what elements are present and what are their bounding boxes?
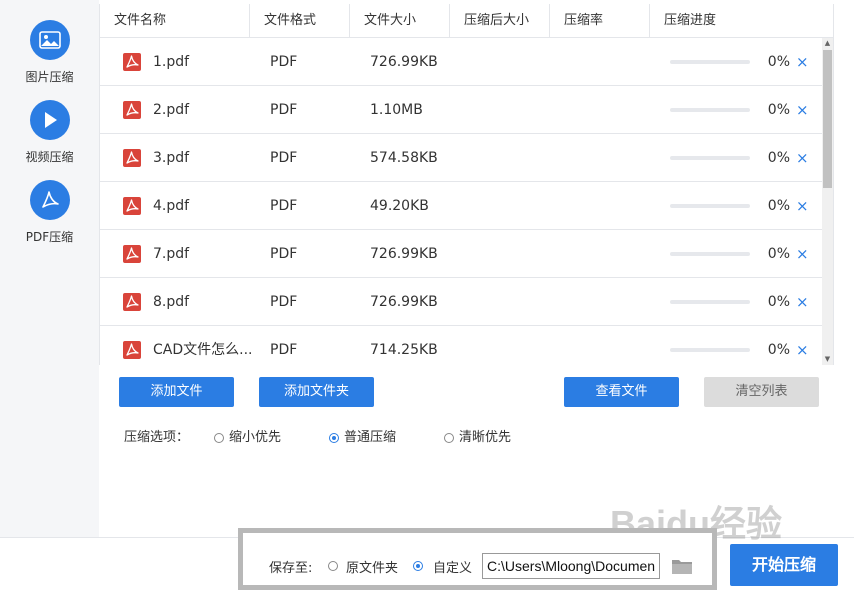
nav-label: 视频压缩 xyxy=(25,150,74,164)
start-compress-button[interactable]: 开始压缩 xyxy=(730,544,838,586)
file-format: PDF xyxy=(270,198,298,214)
add-folder-button[interactable]: 添加文件夹 xyxy=(259,377,374,407)
file-table: 文件名称 文件格式 文件大小 压缩后大小 压缩率 压缩进度 1.pdf PDF 72… xyxy=(99,4,834,365)
pdf-acrobat-icon xyxy=(29,180,70,220)
progress-bar xyxy=(670,108,750,112)
file-size: 726.99KB xyxy=(370,294,438,310)
file-format: PDF xyxy=(270,54,298,70)
scroll-up-icon[interactable]: ▲ xyxy=(822,38,833,49)
column-header: 文件格式 xyxy=(250,4,350,37)
column-header: 压缩率 xyxy=(550,4,650,37)
progress-percent: 0% xyxy=(767,294,790,310)
image-icon xyxy=(29,20,70,60)
radio-original-folder[interactable] xyxy=(328,561,338,571)
scroll-thumb[interactable] xyxy=(823,50,832,188)
compression-options-title: 压缩选项： xyxy=(124,430,190,445)
pdf-file-icon xyxy=(123,245,141,263)
file-format: PDF xyxy=(270,342,298,358)
table-header: 文件名称 文件格式 文件大小 压缩后大小 压缩率 压缩进度 xyxy=(100,4,833,38)
table-row[interactable]: 7.pdf PDF 726.99KB 0% × xyxy=(100,230,822,278)
view-files-button[interactable]: 查看文件 xyxy=(564,377,679,407)
file-name: 2.pdf xyxy=(153,102,190,118)
nav-label: 图片压缩 xyxy=(25,70,74,84)
save-location-panel: 保存至: 原文件夹 自定义 xyxy=(238,528,717,590)
folder-icon[interactable] xyxy=(671,557,693,575)
save-label: 保存至: xyxy=(269,561,313,576)
radio-custom-folder[interactable] xyxy=(413,561,423,571)
table-row[interactable]: 2.pdf PDF 1.10MB 0% × xyxy=(100,86,822,134)
option-label[interactable]: 缩小优先 xyxy=(229,428,281,448)
nav-item-image-compress[interactable]: 图片压缩 xyxy=(0,20,99,85)
file-size: 726.99KB xyxy=(370,246,438,262)
table-row[interactable]: 1.pdf PDF 726.99KB 0% × xyxy=(100,38,822,86)
remove-icon[interactable]: × xyxy=(796,182,809,230)
file-name: 8.pdf xyxy=(153,294,190,310)
play-icon xyxy=(29,100,70,140)
remove-icon[interactable]: × xyxy=(796,278,809,326)
progress-bar xyxy=(670,156,750,160)
pdf-file-icon xyxy=(123,197,141,215)
table-row[interactable]: 3.pdf PDF 574.58KB 0% × xyxy=(100,134,822,182)
file-name: 1.pdf xyxy=(153,54,190,70)
remove-icon[interactable]: × xyxy=(796,326,809,365)
column-header: 压缩后大小 xyxy=(450,4,550,37)
file-size: 574.58KB xyxy=(370,150,438,166)
save-path-input[interactable] xyxy=(482,553,660,579)
nav-label: PDF压缩 xyxy=(25,230,74,244)
progress-percent: 0% xyxy=(767,150,790,166)
remove-icon[interactable]: × xyxy=(796,134,809,182)
remove-icon[interactable]: × xyxy=(796,38,809,86)
option-label[interactable]: 清晰优先 xyxy=(459,428,511,448)
remove-icon[interactable]: × xyxy=(796,230,809,278)
progress-percent: 0% xyxy=(767,102,790,118)
file-size: 714.25KB xyxy=(370,342,438,358)
option-label[interactable]: 普通压缩 xyxy=(344,428,396,448)
scroll-down-icon[interactable]: ▼ xyxy=(822,354,833,365)
progress-percent: 0% xyxy=(767,54,790,70)
pdf-file-icon xyxy=(123,293,141,311)
pdf-file-icon xyxy=(123,101,141,119)
radio-clarity-first[interactable] xyxy=(444,433,454,443)
progress-bar xyxy=(670,204,750,208)
pdf-file-icon xyxy=(123,341,141,359)
radio-normal-compress[interactable] xyxy=(329,433,339,443)
add-file-button[interactable]: 添加文件 xyxy=(119,377,234,407)
progress-percent: 0% xyxy=(767,198,790,214)
file-format: PDF xyxy=(270,294,298,310)
save-option-label[interactable]: 原文件夹 xyxy=(346,557,398,576)
column-header: 文件大小 xyxy=(350,4,450,37)
progress-bar xyxy=(670,300,750,304)
table-row[interactable]: 8.pdf PDF 726.99KB 0% × xyxy=(100,278,822,326)
progress-percent: 0% xyxy=(767,246,790,262)
radio-shrink-first[interactable] xyxy=(214,433,224,443)
file-size: 1.10MB xyxy=(370,102,423,118)
sidebar-nav: 图片压缩 视频压缩 PDF压缩 xyxy=(0,0,99,537)
pdf-file-icon xyxy=(123,53,141,71)
pdf-file-icon xyxy=(123,149,141,167)
file-name: CAD文件怎么... xyxy=(153,342,253,358)
nav-item-pdf-compress[interactable]: PDF压缩 xyxy=(0,180,99,245)
file-format: PDF xyxy=(270,150,298,166)
table-body: 1.pdf PDF 726.99KB 0% × 2.pdf PDF 1.10MB 0% × 3.pd… xyxy=(100,38,822,365)
progress-bar xyxy=(670,348,750,352)
progress-percent: 0% xyxy=(767,342,790,358)
file-name: 7.pdf xyxy=(153,246,190,262)
progress-bar xyxy=(670,60,750,64)
file-name: 4.pdf xyxy=(153,198,190,214)
vertical-scrollbar[interactable]: ▲ ▼ xyxy=(822,38,833,365)
file-size: 49.20KB xyxy=(370,198,429,214)
file-name: 3.pdf xyxy=(153,150,190,166)
save-option-label[interactable]: 自定义 xyxy=(433,557,472,576)
file-format: PDF xyxy=(270,102,298,118)
column-header: 文件名称 xyxy=(100,4,250,37)
remove-icon[interactable]: × xyxy=(796,86,809,134)
table-row[interactable]: 4.pdf PDF 49.20KB 0% × xyxy=(100,182,822,230)
table-row[interactable]: CAD文件怎么... PDF 714.25KB 0% × xyxy=(100,326,822,365)
file-size: 726.99KB xyxy=(370,54,438,70)
clear-list-button[interactable]: 清空列表 xyxy=(704,377,819,407)
progress-bar xyxy=(670,252,750,256)
file-format: PDF xyxy=(270,246,298,262)
nav-item-video-compress[interactable]: 视频压缩 xyxy=(0,100,99,165)
column-header: 压缩进度 xyxy=(664,13,717,28)
